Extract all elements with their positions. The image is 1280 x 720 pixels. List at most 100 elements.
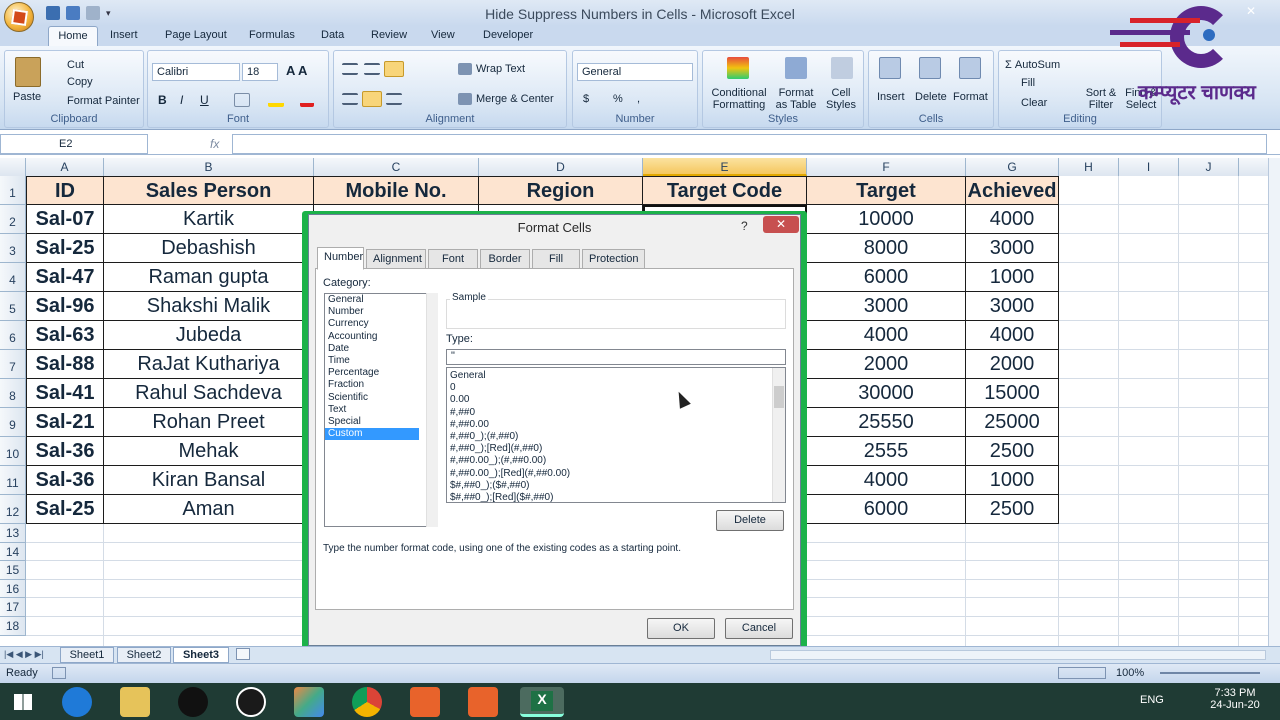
dialog-help-icon[interactable]: ?	[741, 219, 748, 233]
sales-person-cell[interactable]: Rahul Sachdeva	[104, 379, 314, 408]
language-indicator[interactable]: ENG	[1140, 694, 1164, 706]
category-item[interactable]: Currency	[325, 318, 437, 330]
category-item[interactable]: Special	[325, 416, 437, 428]
tab-data[interactable]: Data	[321, 29, 344, 41]
target-cell[interactable]: 6000	[807, 495, 966, 524]
format-as-table-button[interactable]: Format as Table	[773, 87, 819, 111]
delete-format-button[interactable]: Delete	[716, 510, 784, 531]
format-code-item[interactable]: #,##0_);(#,##0)	[447, 431, 785, 443]
achieved-cell[interactable]: 25000	[966, 408, 1059, 437]
sales-person-cell[interactable]: Raman gupta	[104, 263, 314, 292]
sales-person-cell[interactable]: Kiran Bansal	[104, 466, 314, 495]
target-cell[interactable]: 2555	[807, 437, 966, 466]
row-header-1[interactable]: 1	[0, 176, 26, 205]
sheet-tab-2[interactable]: Sheet2	[117, 647, 171, 663]
sales-person-cell[interactable]: Debashish	[104, 234, 314, 263]
sales-person-cell[interactable]: RaJat Kuthariya	[104, 350, 314, 379]
fill-button[interactable]: Fill	[1021, 77, 1035, 89]
target-cell[interactable]: 30000	[807, 379, 966, 408]
tab-home[interactable]: Home	[48, 26, 98, 47]
id-cell[interactable]: Sal-07	[26, 205, 104, 234]
category-item[interactable]: Percentage	[325, 367, 437, 379]
sales-person-cell[interactable]: Mehak	[104, 437, 314, 466]
fx-icon[interactable]: fx	[210, 137, 219, 151]
row-header-12[interactable]: 12	[0, 495, 26, 524]
column-header-F[interactable]: F	[807, 158, 966, 176]
sales-person-cell[interactable]: Shakshi Malik	[104, 292, 314, 321]
format-painter-button[interactable]: Format Painter	[67, 95, 140, 107]
achieved-cell[interactable]: 3000	[966, 292, 1059, 321]
grow-font-icon[interactable]: A A	[286, 63, 307, 78]
close-window-icon[interactable]: ✕	[1246, 4, 1256, 18]
macro-record-icon[interactable]	[52, 667, 66, 679]
column-header-A[interactable]: A	[26, 158, 104, 176]
row-header-6[interactable]: 6	[0, 321, 26, 350]
achieved-cell[interactable]: 3000	[966, 234, 1059, 263]
row-header-3[interactable]: 3	[0, 234, 26, 263]
header-cell[interactable]: Achieved	[966, 176, 1059, 205]
formula-input[interactable]	[232, 134, 1267, 154]
target-cell[interactable]: 10000	[807, 205, 966, 234]
font-name-select[interactable]: Calibri	[152, 63, 240, 81]
align-middle-icon[interactable]	[364, 63, 380, 75]
borders-icon[interactable]	[234, 93, 250, 107]
media-player-icon[interactable]	[178, 687, 208, 717]
row-header-18[interactable]: 18	[0, 617, 26, 636]
fill-color-icon[interactable]	[268, 91, 284, 107]
category-item[interactable]: Custom	[325, 428, 419, 441]
type-input[interactable]: "	[446, 349, 786, 365]
align-center-icon[interactable]	[362, 91, 382, 107]
office-button[interactable]	[4, 2, 34, 32]
achieved-cell[interactable]: 4000	[966, 205, 1059, 234]
align-bottom-icon[interactable]	[384, 61, 404, 77]
merge-center-button[interactable]: Merge & Center	[476, 93, 554, 105]
format-code-item[interactable]: $#,##0_);[Red]($#,##0)	[447, 492, 785, 502]
tab-developer[interactable]: Developer	[483, 29, 533, 41]
id-cell[interactable]: Sal-21	[26, 408, 104, 437]
target-cell[interactable]: 25550	[807, 408, 966, 437]
column-header-I[interactable]: I	[1119, 158, 1179, 176]
target-cell[interactable]: 8000	[807, 234, 966, 263]
header-cell[interactable]: Target Code	[643, 176, 807, 205]
format-code-item[interactable]: General	[447, 370, 785, 382]
select-all-corner[interactable]	[0, 158, 26, 176]
clear-button[interactable]: Clear	[1021, 97, 1047, 109]
paste-icon[interactable]	[15, 57, 41, 87]
row-header-5[interactable]: 5	[0, 292, 26, 321]
hp-icon[interactable]	[236, 687, 266, 717]
format-code-item[interactable]: 0.00	[447, 394, 785, 406]
number-format-select[interactable]: General	[577, 63, 693, 81]
row-header-15[interactable]: 15	[0, 561, 26, 580]
conditional-formatting-button[interactable]: Conditional Formatting	[709, 87, 769, 111]
windows-start-icon[interactable]	[8, 687, 38, 717]
font-size-select[interactable]: 18	[242, 63, 278, 81]
dialog-tab-fill[interactable]: Fill	[532, 249, 580, 269]
dialog-tab-number[interactable]: Number	[317, 247, 364, 270]
row-header-14[interactable]: 14	[0, 542, 26, 562]
format-button[interactable]: Format	[953, 91, 988, 103]
row-header-2[interactable]: 2	[0, 205, 26, 234]
dialog-close-button[interactable]: ✕	[763, 216, 799, 233]
category-item[interactable]: Time	[325, 355, 437, 367]
category-scrollbar[interactable]	[426, 293, 438, 527]
cell-styles-button[interactable]: Cell Styles	[821, 87, 861, 111]
id-cell[interactable]: Sal-25	[26, 234, 104, 263]
tab-review[interactable]: Review	[371, 29, 407, 41]
column-header-J[interactable]: J	[1179, 158, 1239, 176]
format-code-item[interactable]: 0	[447, 382, 785, 394]
format-code-item[interactable]: #,##0.00	[447, 419, 785, 431]
zoom-slider[interactable]	[1160, 672, 1260, 674]
achieved-cell[interactable]: 2000	[966, 350, 1059, 379]
paint-app-icon[interactable]	[294, 687, 324, 717]
row-header-17[interactable]: 17	[0, 598, 26, 617]
percent-button[interactable]: %	[613, 93, 623, 105]
tab-formulas[interactable]: Formulas	[249, 29, 295, 41]
column-header-B[interactable]: B	[104, 158, 314, 176]
column-header-D[interactable]: D	[479, 158, 643, 176]
format-code-item[interactable]: #,##0	[447, 407, 785, 419]
wrap-text-button[interactable]: Wrap Text	[476, 63, 525, 75]
target-cell[interactable]: 6000	[807, 263, 966, 292]
recorder-icon[interactable]	[410, 687, 440, 717]
column-header-E[interactable]: E	[643, 158, 807, 176]
target-cell[interactable]: 4000	[807, 321, 966, 350]
